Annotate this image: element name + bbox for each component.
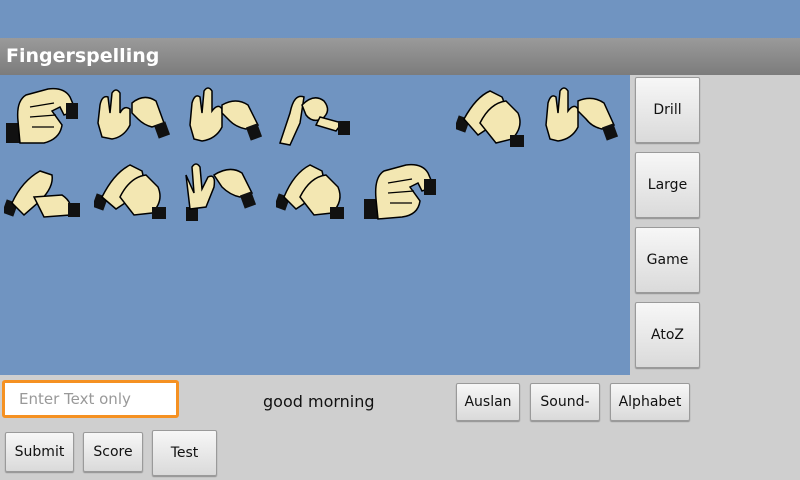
- status-bar: [0, 0, 800, 38]
- score-button[interactable]: Score: [83, 432, 143, 472]
- hand-sign-icon: [364, 163, 436, 220]
- test-button[interactable]: Test: [152, 430, 217, 476]
- sound-button[interactable]: Sound-: [530, 383, 600, 421]
- hand-sign-icon: [94, 164, 166, 219]
- hand-sign-icon: [97, 89, 170, 140]
- hand-sign-icon: [456, 90, 524, 147]
- text-input[interactable]: Enter Text only: [2, 380, 179, 418]
- atoz-button[interactable]: AtoZ: [635, 302, 700, 368]
- large-button[interactable]: Large: [635, 152, 700, 218]
- current-phrase: good morning: [263, 392, 375, 411]
- fingerspelling-display: [0, 75, 630, 375]
- submit-button[interactable]: Submit: [5, 432, 74, 472]
- hand-sign-icon: [276, 164, 344, 219]
- auslan-button[interactable]: Auslan: [456, 383, 520, 421]
- game-button[interactable]: Game: [635, 227, 700, 293]
- hand-sign-icon: [6, 87, 78, 144]
- app-title: Fingerspelling: [0, 38, 800, 75]
- drill-button[interactable]: Drill: [635, 77, 700, 143]
- hand-sign-icon: [4, 170, 80, 218]
- hand-sign-icon: [545, 87, 618, 142]
- hand-sign-icon: [189, 87, 262, 142]
- alphabet-button[interactable]: Alphabet: [610, 383, 690, 421]
- hand-sign-icon: [279, 95, 350, 146]
- hand-sign-icon: [185, 163, 256, 221]
